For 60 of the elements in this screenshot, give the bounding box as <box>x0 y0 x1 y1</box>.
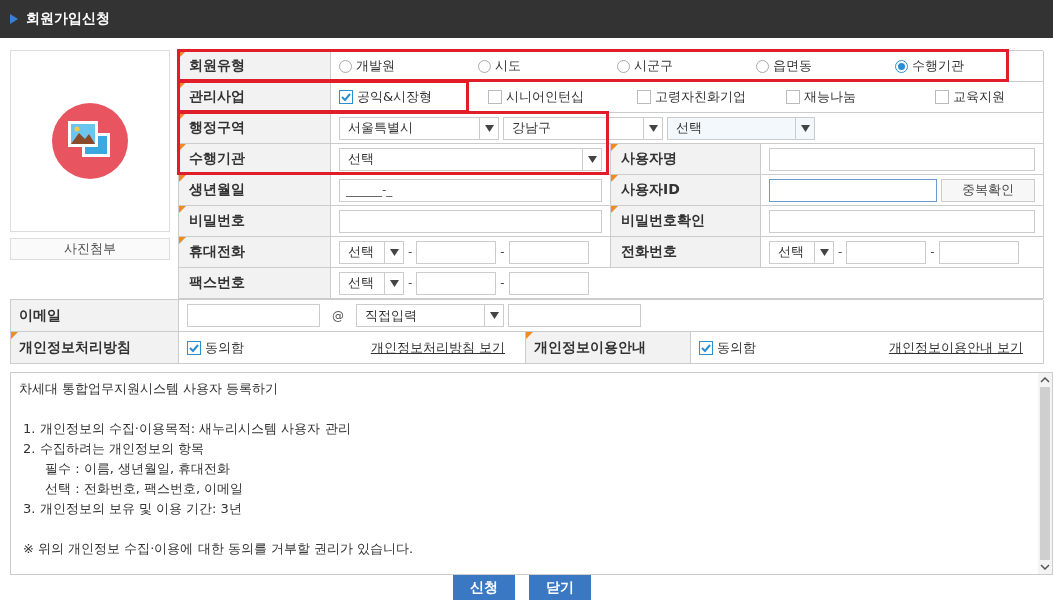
dropdown[interactable]: 선택 <box>339 147 602 171</box>
option-label: 공익&시장형 <box>357 88 433 106</box>
option-label: 동의함 <box>205 338 244 357</box>
close-button[interactable]: 닫기 <box>528 575 591 600</box>
option-label: 시도 <box>495 57 521 75</box>
field-label: 행정구역 <box>179 113 331 144</box>
option-label: 읍면동 <box>773 57 812 75</box>
terms-line: ※ 위의 개인정보 수집·이용에 대한 동의를 거부할 권리가 있습니다. <box>22 540 415 558</box>
view-link[interactable]: 개인정보이용안내 보기 <box>888 338 1023 357</box>
radio-option[interactable]: 개발원 <box>339 57 478 75</box>
terms-line: 차세대 통합업무지원시스템 사용자 등록하기 <box>19 380 280 398</box>
dropdown[interactable]: 강남구 <box>503 116 663 140</box>
view-link[interactable]: 개인정보처리방침 보기 <box>370 338 505 357</box>
radio-option[interactable]: 시도 <box>478 57 617 75</box>
field-label: 개인정보이용안내 <box>526 332 691 364</box>
dropdown[interactable]: 선택 <box>667 116 815 140</box>
page-title: 회원가입신청 <box>26 10 110 28</box>
terms-line: 선택 : 전화번호, 팩스번호, 이메일 <box>44 480 245 498</box>
field-label: 팩스번호 <box>179 268 331 299</box>
dropdown[interactable]: 선택 <box>769 240 834 264</box>
field-label: 사용자명 <box>611 144 761 175</box>
dash-separator: - <box>500 276 505 290</box>
dropdown[interactable]: 선택 <box>339 271 404 295</box>
dash-separator: - <box>500 245 505 259</box>
option-label: 시니어인턴십 <box>506 88 584 106</box>
option-label: 동의함 <box>717 338 756 357</box>
option-label: 수행기관 <box>912 57 964 75</box>
field-label: 사용자ID <box>611 175 761 206</box>
field-label: 비밀번호 <box>179 206 331 237</box>
option-label: 고령자친화기업 <box>655 88 746 106</box>
field-label: 생년월일 <box>179 175 331 206</box>
radio-option[interactable]: 수행기관 <box>895 57 1034 75</box>
dash-separator: - <box>930 245 935 259</box>
option-label: 시군구 <box>634 57 673 75</box>
at-sign: @ <box>331 308 345 323</box>
option-label: 재능나눔 <box>804 88 856 106</box>
option-label: 교육지원 <box>953 88 1005 106</box>
terms-textarea[interactable]: 차세대 통합업무지원시스템 사용자 등록하기 1. 개인정보의 수집·이용목적: 새누리시스템 사용자 관리 2. 수집하려는 개인정보의 항목 필수 : 이름, 생년월일, 휴대전화 선택 : 전화번호, 팩스번호, 이메일 3. 개인정보의 보유 및 이용 기간: 3년 ※ 위의 개인정보 수집·이용에 대한 동의를 거부할 권리가 있습니다. <box>10 372 1053 575</box>
field-label: 개인정보처리방침 <box>11 332 179 364</box>
submit-button[interactable]: 신청 <box>452 575 515 600</box>
terms-line: 2. 수집하려는 개인정보의 항목 <box>22 440 205 458</box>
attach-photo-button[interactable]: 사진첨부 <box>10 238 170 260</box>
field-label: 이메일 <box>11 300 179 332</box>
terms-line: 필수 : 이름, 생년월일, 휴대전화 <box>44 460 232 478</box>
terms-line: 3. 개인정보의 보유 및 이용 기간: 3년 <box>22 500 243 518</box>
dash-separator: - <box>408 245 413 259</box>
field-label: 휴대전화 <box>179 237 331 268</box>
dropdown[interactable]: 선택 <box>339 240 404 264</box>
dropdown[interactable]: 직접입력 <box>356 304 504 327</box>
radio-option[interactable]: 시군구 <box>617 57 756 75</box>
field-label: 전화번호 <box>611 237 761 268</box>
date-field[interactable]: ______-_ <box>339 178 602 202</box>
terms-line: 1. 개인정보의 수집·이용목적: 새누리시스템 사용자 관리 <box>22 420 352 438</box>
dash-separator: - <box>408 276 413 290</box>
dropdown[interactable]: 서울특별시 <box>339 116 499 140</box>
option-label: 개발원 <box>356 57 395 75</box>
dash-separator: - <box>838 245 843 259</box>
duplicate-check-button[interactable]: 중복확인 <box>941 178 1035 202</box>
radio-option[interactable]: 읍면동 <box>756 57 895 75</box>
field-label: 비밀번호확인 <box>611 206 761 237</box>
